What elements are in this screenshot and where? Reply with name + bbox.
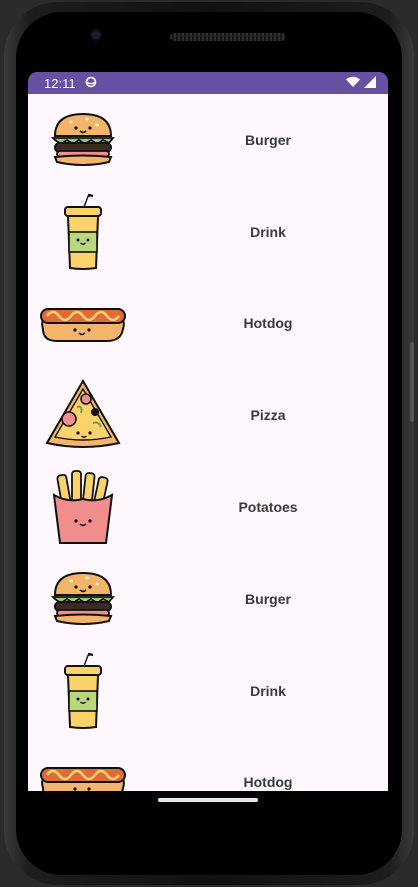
notification-circle-icon [85,76,97,91]
food-list[interactable]: Burger Drink Hotdog Pizza Potatoes Burge… [28,94,388,791]
power-button [410,342,414,422]
drink-icon [36,652,130,729]
list-item[interactable]: Pizza [28,369,388,461]
list-item[interactable]: Drink [28,645,388,737]
drink-icon [36,193,130,270]
signal-icon [364,75,376,91]
app-screen: 12:11 Burger Drink Hotdog Pizza Potatoes… [28,72,388,791]
list-item-label: Drink [250,682,286,699]
list-item-label: Drink [250,223,286,240]
list-item-label: Pizza [250,407,286,424]
status-bar: 12:11 [28,72,388,94]
list-item-label: Hotdog [243,774,293,791]
status-time: 12:11 [44,75,76,91]
hotdog-icon [36,286,130,362]
list-item[interactable]: Hotdog [28,278,388,370]
burger-icon [36,102,130,178]
home-gesture-bar[interactable] [158,798,258,802]
list-item[interactable]: Burger [28,553,388,645]
list-item-label: Potatoes [238,499,298,516]
list-item-label: Burger [245,590,291,607]
earpiece-speaker [170,33,286,41]
list-item[interactable]: Potatoes [28,461,388,553]
list-item[interactable]: Drink [28,186,388,278]
wifi-icon [346,76,360,91]
potatoes-icon [36,469,130,545]
list-item[interactable]: Hotdog [28,737,388,791]
pizza-icon [36,377,130,453]
burger-icon [36,561,130,637]
list-item[interactable]: Burger [28,94,388,186]
hotdog-icon [36,745,130,791]
list-item-label: Hotdog [243,315,293,332]
list-item-label: Burger [245,131,291,148]
front-camera [90,29,102,41]
